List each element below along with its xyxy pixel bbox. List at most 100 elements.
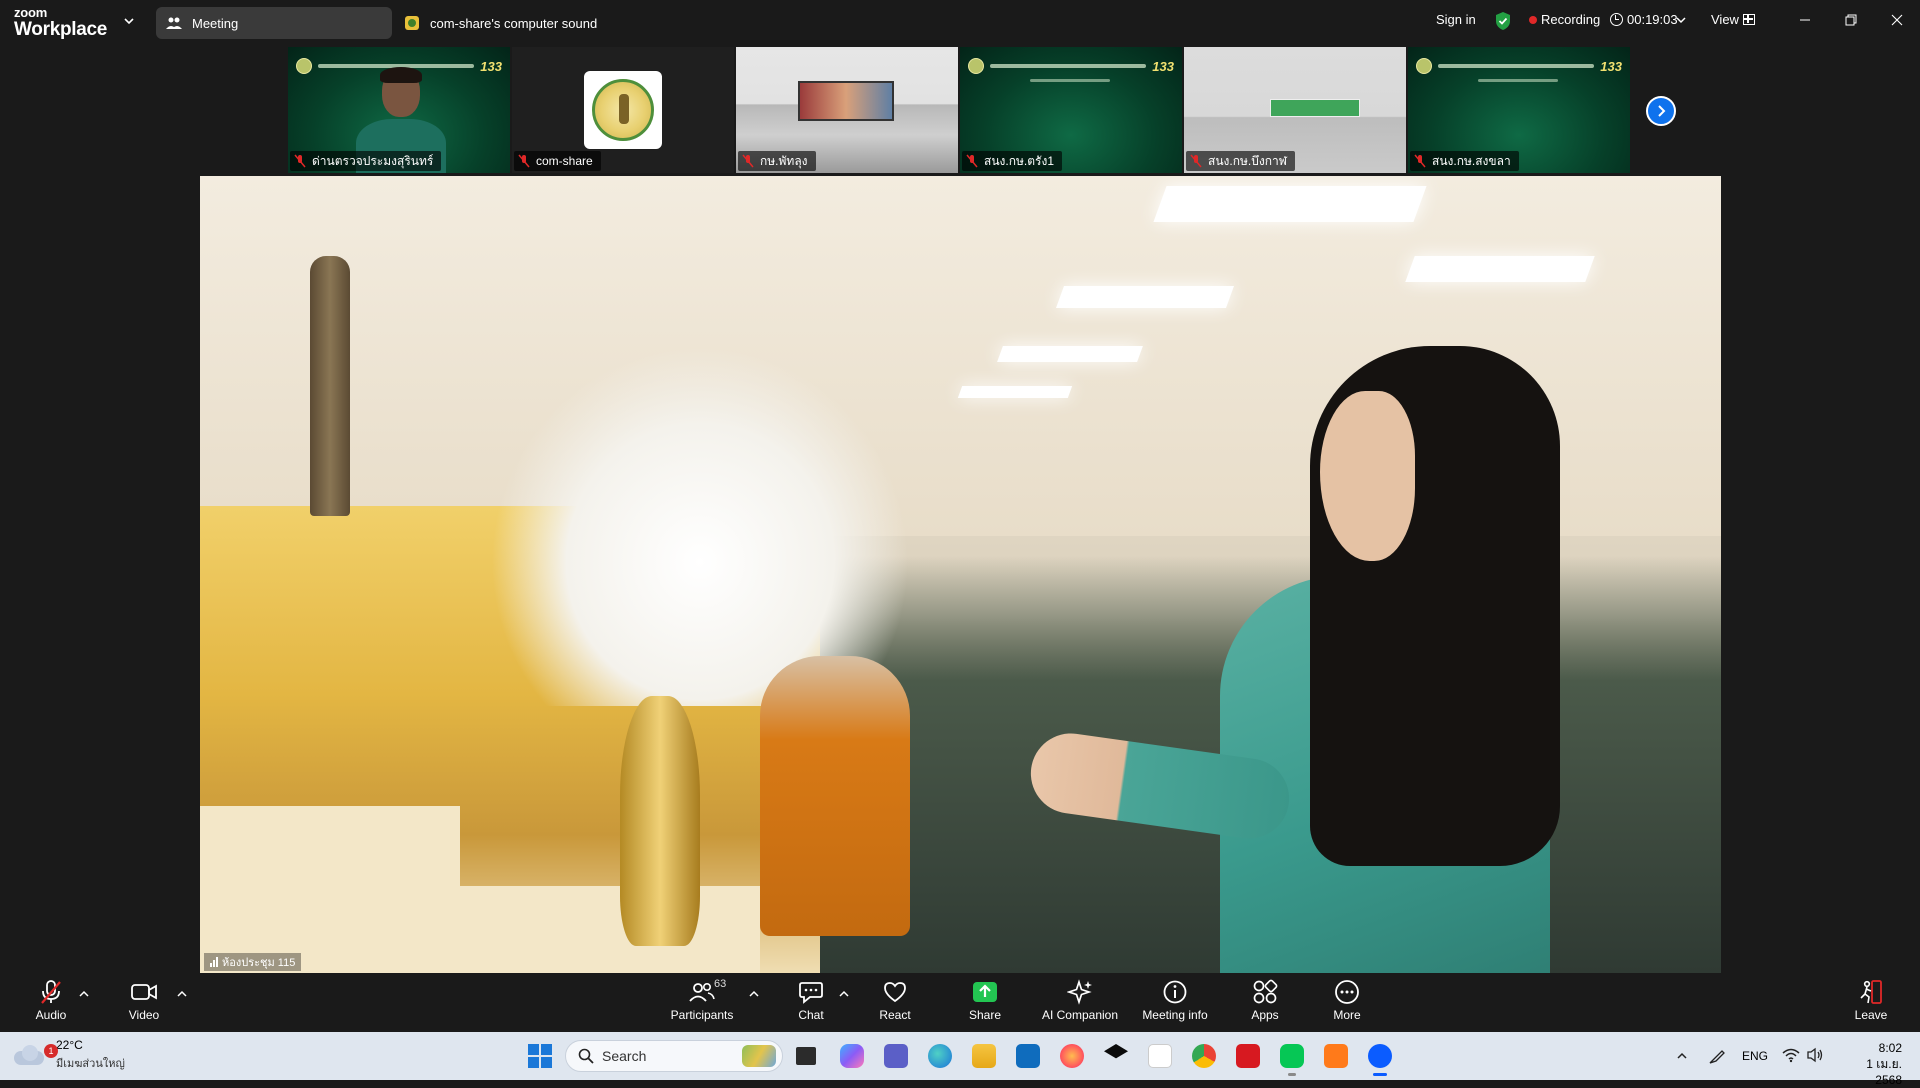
participant-tile[interactable]: 133 สนง.กษ.ตรัง1 — [960, 47, 1182, 173]
share-button[interactable]: Share — [942, 978, 1028, 1030]
ai-sparkle-icon — [1066, 978, 1094, 1006]
weather-description: มีเมฆส่วนใหญ่ — [56, 1058, 125, 1070]
logo-line-1: zoom — [14, 5, 48, 20]
leave-button[interactable]: Leave — [1828, 978, 1914, 1030]
banner-number: 133 — [1152, 58, 1174, 74]
heart-icon — [881, 978, 909, 1006]
chevron-up-icon[interactable] — [838, 988, 850, 1000]
more-button[interactable]: More — [1304, 978, 1390, 1030]
cloudy-weather-icon — [14, 1045, 46, 1065]
react-button[interactable]: React — [852, 978, 938, 1030]
zoom-icon[interactable] — [1364, 1040, 1396, 1076]
taskbar-clock[interactable]: 8:02 1 เม.ย. 2568 — [1840, 1040, 1902, 1088]
share-app-icon — [404, 15, 420, 31]
recording-dot-icon — [1529, 16, 1537, 24]
participants-icon: 63 — [688, 978, 726, 1006]
participant-name-tag: com-share — [514, 151, 601, 171]
more-icon — [1333, 978, 1361, 1006]
next-page-button[interactable] — [1646, 96, 1676, 126]
language-indicator[interactable]: ENG — [1742, 1049, 1768, 1063]
edge-icon[interactable] — [924, 1040, 956, 1072]
firefox-icon[interactable] — [1056, 1040, 1088, 1072]
volume-icon[interactable] — [1806, 1047, 1824, 1063]
view-button[interactable]: View — [1711, 12, 1739, 27]
participant-name-tag: สนง.กษ.สงขลา — [1410, 151, 1519, 171]
meeting-timer: 00:19:03 — [1627, 12, 1678, 27]
tab-meeting-label: Meeting — [192, 15, 239, 31]
amazon-icon[interactable] — [1144, 1040, 1176, 1072]
video-button[interactable]: Video — [101, 978, 187, 1030]
chevron-up-icon[interactable] — [748, 988, 760, 1000]
acrobat-icon[interactable] — [1232, 1040, 1264, 1072]
event-banner: 133 — [1416, 55, 1622, 77]
banner-number: 133 — [1600, 58, 1622, 74]
apps-button[interactable]: Apps — [1222, 978, 1308, 1030]
sign-in-link[interactable]: Sign in — [1436, 12, 1476, 27]
audio-label: Audio — [35, 1008, 67, 1022]
audio-button[interactable]: Audio — [8, 978, 94, 1030]
meeting-info-button[interactable]: Meeting info — [1132, 978, 1218, 1030]
wifi-icon[interactable] — [1782, 1047, 1800, 1063]
dropbox-icon[interactable] — [1100, 1040, 1132, 1072]
mic-muted-icon — [1414, 154, 1426, 168]
grid-view-icon[interactable] — [1743, 14, 1755, 25]
zoom-workplace-logo: zoom Workplace — [14, 6, 107, 39]
task-view-icon[interactable] — [790, 1040, 822, 1072]
participant-name: com-share — [536, 154, 593, 168]
meeting-controls: Audio Video 63 Participants Chat React S… — [0, 974, 1920, 1032]
info-icon — [1161, 978, 1189, 1006]
chevron-right-icon — [1658, 105, 1666, 117]
ai-companion-button[interactable]: AI Companion — [1030, 978, 1130, 1030]
participant-tile[interactable]: กษ.พัทลุง — [736, 47, 958, 173]
mic-muted-icon — [1190, 154, 1202, 168]
signal-strength-icon — [210, 957, 218, 967]
teams-icon[interactable] — [880, 1040, 912, 1072]
chevron-up-icon[interactable] — [78, 988, 90, 1000]
participant-avatar-logo — [584, 71, 662, 149]
participant-tile[interactable]: com-share — [512, 47, 734, 173]
shield-check-icon[interactable] — [1494, 11, 1512, 31]
weather-widget[interactable]: 1 22°C มีเมฆส่วนใหญ่ — [14, 1038, 125, 1072]
pen-input-icon[interactable] — [1708, 1047, 1726, 1065]
banner-subtitle-bar — [1478, 79, 1558, 82]
participant-tile[interactable]: สนง.กษ.บึงกาฬ — [1184, 47, 1406, 173]
mic-muted-icon — [294, 154, 306, 168]
participant-tile[interactable]: 133 ด่านตรวจประมงสุรินทร์ — [288, 47, 510, 173]
chevron-down-icon[interactable] — [1675, 14, 1687, 26]
participant-name: สนง.กษ.สงขลา — [1432, 153, 1511, 168]
participant-name: กษ.พัทลุง — [760, 153, 808, 168]
buddha-statue — [310, 256, 350, 516]
close-button[interactable] — [1874, 0, 1920, 40]
video-name-tag: ห้องประชุม 115 — [204, 953, 302, 971]
logo-line-2: Workplace — [14, 19, 108, 40]
title-bar: zoom Workplace Meeting com-share's compu… — [0, 0, 1920, 44]
chevron-up-icon[interactable] — [176, 988, 188, 1000]
windows-start-button[interactable] — [528, 1044, 552, 1068]
outlook-icon[interactable] — [1012, 1040, 1044, 1072]
chrome-icon[interactable] — [1188, 1040, 1220, 1072]
chat-button[interactable]: Chat — [768, 978, 854, 1030]
minimize-button[interactable] — [1782, 0, 1828, 40]
chevron-up-icon[interactable] — [1676, 1050, 1688, 1062]
active-speaker-video[interactable]: ห้องประชุม 115 — [200, 176, 1721, 973]
participant-name-tag: ด่านตรวจประมงสุรินทร์ — [290, 151, 442, 171]
participant-tile[interactable]: 133 สนง.กษ.สงขลา — [1408, 47, 1630, 173]
recording-label[interactable]: Recording — [1541, 12, 1600, 27]
participants-button[interactable]: 63 Participants — [658, 978, 746, 1030]
chevron-down-icon[interactable] — [122, 14, 136, 28]
share-screen-icon — [971, 978, 999, 1006]
line-icon[interactable] — [1276, 1040, 1308, 1076]
restore-button[interactable] — [1828, 0, 1874, 40]
clock-time: 8:02 — [1878, 1041, 1902, 1055]
participant-name-tag: กษ.พัทลุง — [738, 151, 816, 171]
white-flowers — [490, 346, 910, 706]
powerpoint-app-icon[interactable] — [1320, 1040, 1352, 1072]
taskbar-search[interactable]: Search — [565, 1040, 783, 1072]
clock-date: 1 เม.ย. 2568 — [1866, 1057, 1902, 1087]
altar-step — [200, 806, 460, 973]
tab-meeting[interactable]: Meeting — [156, 7, 392, 39]
meeting-icon — [166, 15, 182, 31]
file-explorer-icon[interactable] — [968, 1040, 1000, 1072]
tab-computer-sound[interactable]: com-share's computer sound — [402, 7, 642, 39]
copilot-icon[interactable] — [836, 1040, 868, 1072]
